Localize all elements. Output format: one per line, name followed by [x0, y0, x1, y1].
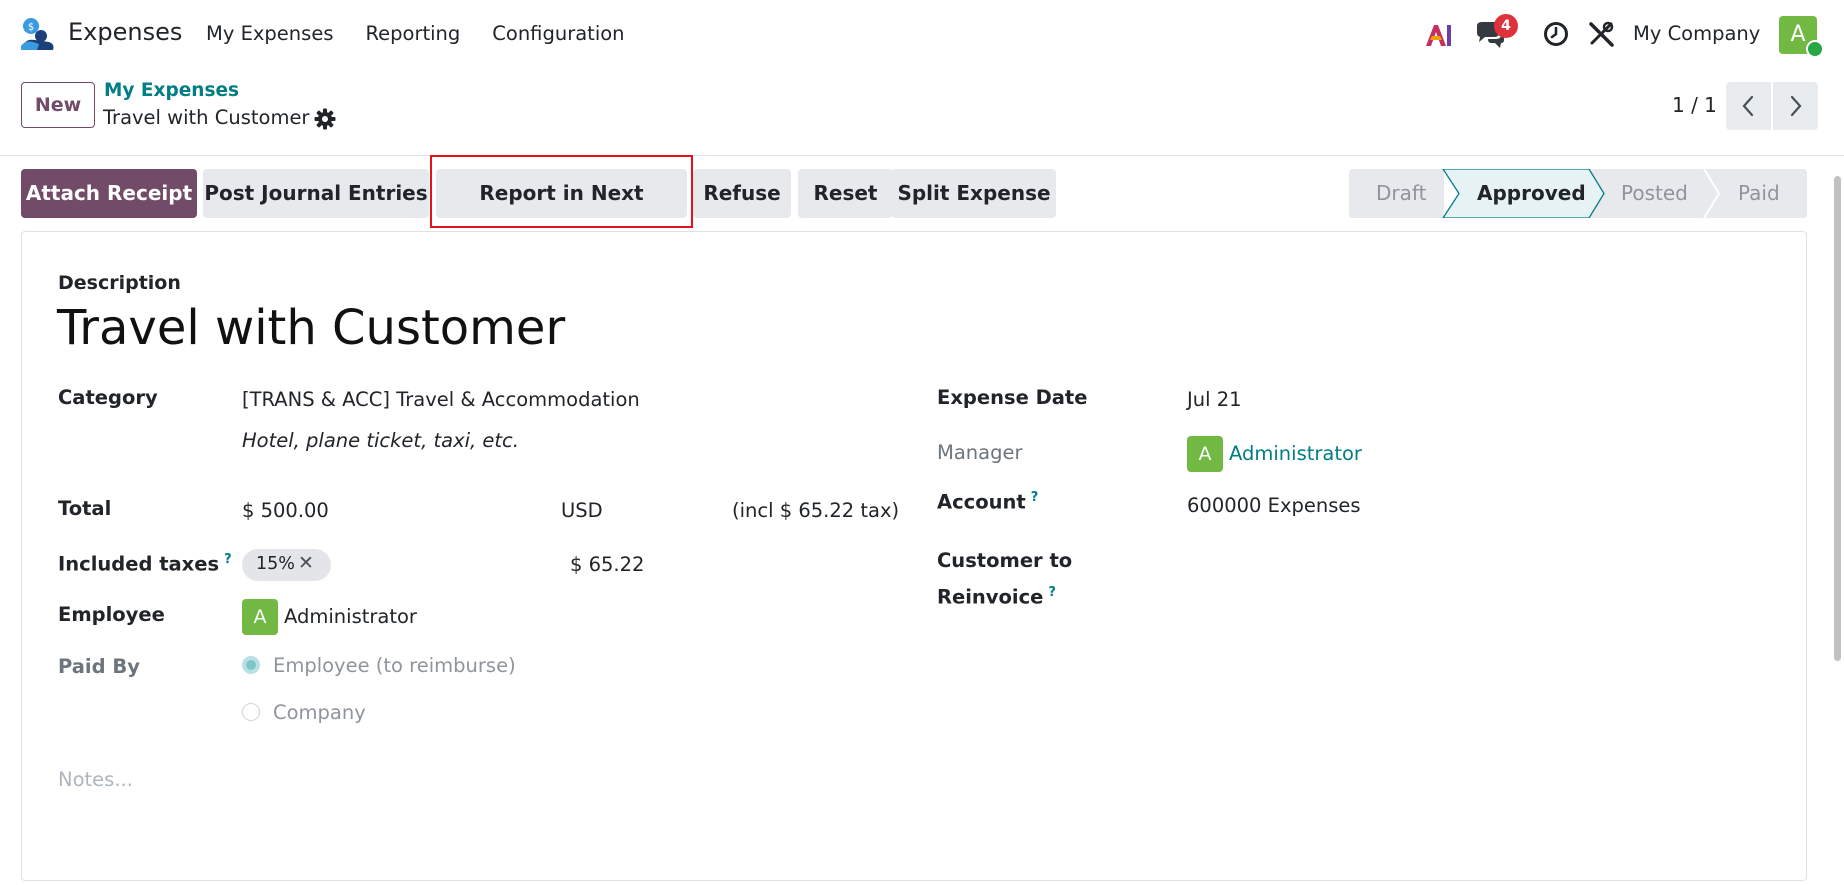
chevron-right-icon [1790, 95, 1802, 117]
expenses-app-icon[interactable]: $ [19, 16, 55, 52]
tax-included-text: (incl $ 65.22 tax) [732, 499, 900, 522]
manager-avatar: A [1187, 436, 1223, 472]
account-field[interactable]: 600000 Expenses [1187, 494, 1361, 517]
split-expense-button[interactable]: Split Expense [892, 169, 1056, 218]
customer-reinvoice-label: Customer to Reinvoice? [937, 545, 1072, 614]
radio-employee-label[interactable]: Employee (to reimburse) [273, 654, 516, 677]
pager-value[interactable]: 1 / 1 [1672, 93, 1717, 117]
company-switcher[interactable]: My Company [1633, 22, 1760, 45]
included-taxes-text: Included taxes [58, 552, 220, 576]
menu-reporting[interactable]: Reporting [365, 22, 460, 45]
stage-draft[interactable]: Draft [1376, 169, 1426, 218]
radio-company[interactable] [242, 703, 260, 721]
reset-button[interactable]: Reset [798, 169, 893, 218]
included-taxes-label: Included taxes? [58, 552, 232, 576]
paid-by-label: Paid By [58, 655, 140, 678]
account-label-text: Account [937, 490, 1026, 514]
total-amount-field[interactable]: $ 500.00 [242, 499, 329, 522]
stage-paid[interactable]: Paid [1738, 169, 1780, 218]
tax-amount: $ 65.22 [570, 553, 645, 576]
stage-approved[interactable]: Approved [1477, 169, 1586, 218]
employee-avatar: A [242, 599, 278, 635]
user-online-status [1806, 40, 1824, 58]
help-tooltip-icon[interactable]: ? [224, 552, 232, 567]
account-label: Account? [937, 490, 1038, 514]
employee-field[interactable]: Administrator [284, 605, 417, 628]
chevron-left-icon [1742, 95, 1754, 117]
expense-date-field[interactable]: Jul 21 [1187, 388, 1242, 411]
expense-date-label: Expense Date [937, 386, 1088, 409]
main-navbar: $ Expenses My Expenses Reporting Configu… [0, 0, 1844, 70]
notification-badge: 4 [1494, 14, 1518, 38]
currency-field[interactable]: USD [561, 499, 603, 522]
notes-field[interactable]: Notes... [58, 768, 133, 791]
stage-posted[interactable]: Posted [1621, 169, 1688, 218]
radio-company-label[interactable]: Company [273, 701, 366, 724]
total-label: Total [58, 497, 112, 520]
menu-my-expenses[interactable]: My Expenses [206, 22, 333, 45]
description-label: Description [58, 272, 181, 294]
menu-configuration[interactable]: Configuration [492, 22, 624, 45]
pager-next-button[interactable] [1773, 82, 1818, 130]
breadcrumb-current: Travel with Customer [103, 106, 310, 129]
refuse-button[interactable]: Refuse [693, 169, 791, 218]
remove-tag-icon[interactable]: ✕ [298, 552, 314, 574]
employee-label: Employee [58, 603, 165, 626]
scrollbar[interactable] [1834, 176, 1841, 661]
post-journal-entries-button[interactable]: Post Journal Entries [203, 169, 429, 218]
breadcrumb-parent[interactable]: My Expenses [104, 80, 239, 101]
manager-label: Manager [937, 441, 1023, 464]
tax-tag-label: 15% [256, 554, 295, 574]
customer-reinvoice-line2: Reinvoice [937, 585, 1044, 609]
app-name[interactable]: Expenses [68, 18, 182, 46]
gear-icon[interactable] [314, 108, 336, 130]
pager-previous-button[interactable] [1726, 82, 1771, 130]
help-tooltip-icon[interactable]: ? [1048, 585, 1056, 600]
ai-icon[interactable] [1424, 22, 1452, 48]
category-field[interactable]: [TRANS & ACC] Travel & Accommodation [242, 388, 640, 411]
radio-employee[interactable] [242, 656, 260, 674]
customer-reinvoice-line1: Customer to [937, 549, 1073, 572]
svg-text:$: $ [28, 22, 34, 33]
debug-tools-icon[interactable] [1587, 20, 1615, 48]
manager-field[interactable]: Administrator [1229, 442, 1362, 465]
top-menu: My Expenses Reporting Configuration [206, 22, 625, 45]
category-label: Category [58, 386, 158, 409]
activity-clock-icon[interactable] [1543, 21, 1569, 47]
new-button[interactable]: New [21, 82, 95, 128]
description-input[interactable]: Travel with Customer [57, 300, 565, 356]
attach-receipt-button[interactable]: Attach Receipt [21, 169, 197, 218]
tax-tag[interactable]: 15% ✕ [242, 549, 331, 581]
report-in-next-payslip-button[interactable]: Report in Next Payslip [436, 169, 687, 254]
help-tooltip-icon[interactable]: ? [1031, 490, 1039, 505]
control-panel-divider [0, 155, 1844, 156]
category-description: Hotel, plane ticket, taxi, etc. [242, 429, 519, 452]
